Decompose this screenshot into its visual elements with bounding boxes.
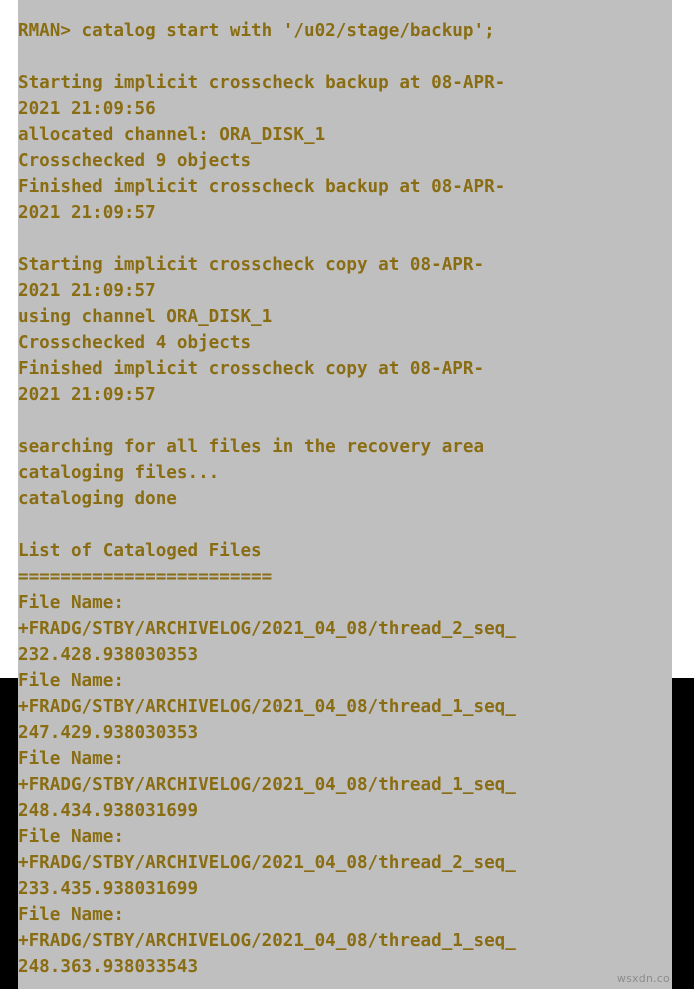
console-line: +FRADG/STBY/ARCHIVELOG/2021_04_08/thread… (18, 775, 516, 795)
console-line: RMAN> catalog start with '/u02/stage/bac… (18, 21, 495, 41)
console-line: +FRADG/STBY/ARCHIVELOG/2021_04_08/thread… (18, 619, 516, 639)
left-page-margin (0, 0, 18, 678)
console-line: +FRADG/STBY/ARCHIVELOG/2021_04_08/thread… (18, 697, 516, 717)
console-line: 2021 21:09:57 (18, 203, 156, 223)
rman-console-output[interactable]: RMAN> catalog start with '/u02/stage/bac… (18, 18, 690, 980)
left-letterbox-bar (0, 678, 18, 989)
console-line: 232.428.938030353 (18, 645, 199, 665)
console-line: 247.429.938030353 (18, 723, 199, 743)
console-line: 2021 21:09:56 (18, 99, 156, 119)
console-line: 248.363.938033543 (18, 957, 199, 977)
console-line: cataloging done (18, 489, 177, 509)
console-line: ======================== (18, 567, 273, 587)
console-line: cataloging files... (18, 463, 220, 483)
console-line: Crosschecked 4 objects (18, 333, 252, 353)
console-line: +FRADG/STBY/ARCHIVELOG/2021_04_08/thread… (18, 853, 516, 873)
console-line: 248.434.938031699 (18, 801, 199, 821)
console-line: 2021 21:09:57 (18, 281, 156, 301)
console-line: +FRADG/STBY/ARCHIVELOG/2021_04_08/thread… (18, 931, 516, 951)
screenshot-root: RMAN> catalog start with '/u02/stage/bac… (0, 0, 694, 989)
console-line: File Name: (18, 593, 124, 613)
console-line: using channel ORA_DISK_1 (18, 307, 273, 327)
console-line: File Name: (18, 671, 124, 691)
console-line: Starting implicit crosscheck copy at 08-… (18, 255, 485, 275)
console-line: 2021 21:09:57 (18, 385, 156, 405)
console-line: List of Cataloged Files (18, 541, 262, 561)
console-line: searching for all files in the recovery … (18, 437, 485, 457)
console-line: allocated channel: ORA_DISK_1 (18, 125, 326, 145)
console-line: Starting implicit crosscheck backup at 0… (18, 73, 506, 93)
console-line: Finished implicit crosscheck backup at 0… (18, 177, 506, 197)
console-line: File Name: (18, 749, 124, 769)
watermark-label: wsxdn.co (616, 972, 670, 985)
console-line: Finished implicit crosscheck copy at 08-… (18, 359, 485, 379)
console-line: 233.435.938031699 (18, 879, 199, 899)
console-line: Crosschecked 9 objects (18, 151, 252, 171)
console-line: File Name: (18, 905, 124, 925)
console-line: File Name: (18, 827, 124, 847)
